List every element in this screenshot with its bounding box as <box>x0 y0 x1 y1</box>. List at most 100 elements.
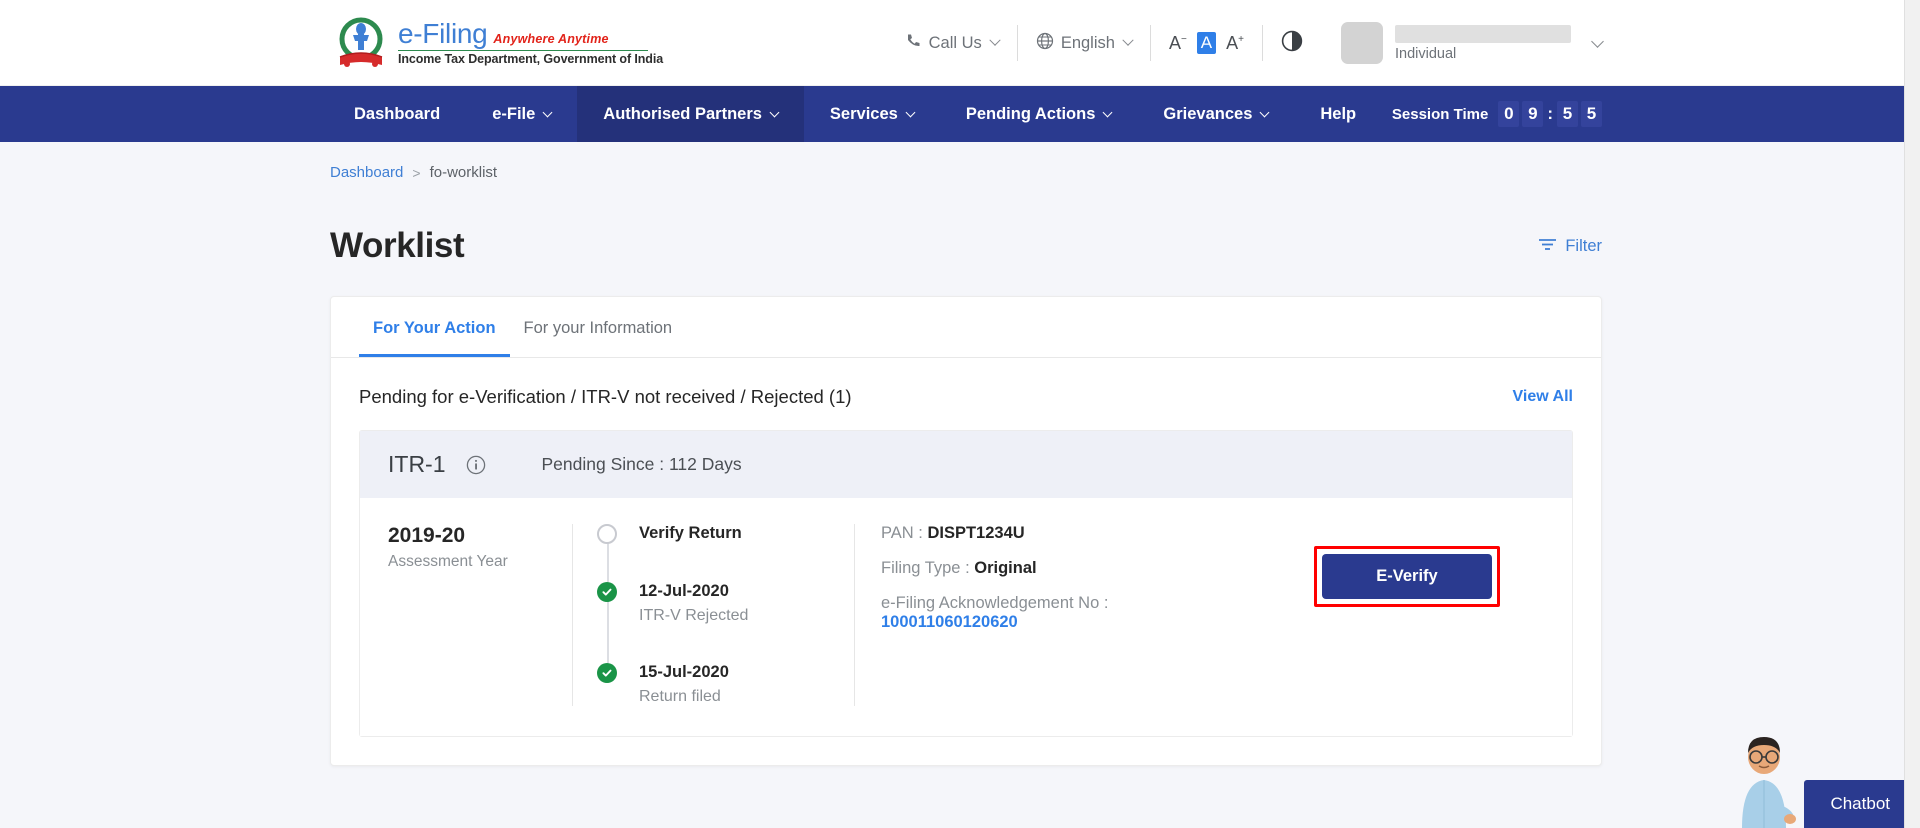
pan-row: PAN : DISPT1234U <box>881 524 1242 543</box>
nav-item-authorised-partners[interactable]: Authorised Partners <box>577 86 804 142</box>
worklist-tabs: For Your Action For your Information <box>331 297 1601 358</box>
call-us-label: Call Us <box>928 33 982 52</box>
timeline-marker-done <box>597 582 619 625</box>
timeline-marker-done <box>597 663 619 706</box>
info-icon[interactable] <box>466 455 486 475</box>
chevron-down-icon <box>1122 34 1134 46</box>
logo-department: Income Tax Department, Government of Ind… <box>398 52 664 66</box>
font-normal-button[interactable]: A <box>1196 32 1217 54</box>
view-all-link[interactable]: View All <box>1513 388 1573 406</box>
tab-for-your-action[interactable]: For Your Action <box>359 297 510 357</box>
breadcrumb-dashboard-link[interactable]: Dashboard <box>330 164 403 181</box>
session-digit: 5 <box>1581 101 1602 127</box>
timeline-title: 15-Jul-2020 <box>639 663 729 681</box>
site-logo[interactable]: e-Filing Anywhere Anytime Income Tax Dep… <box>334 15 663 71</box>
font-decrease-button[interactable]: A− <box>1169 33 1187 54</box>
chevron-down-icon <box>905 107 916 118</box>
logo-tagline: Anywhere Anytime <box>493 31 609 46</box>
user-role: Individual <box>1395 45 1457 62</box>
font-increase-button[interactable]: A+ <box>1226 33 1244 54</box>
section-header: Pending for e-Verification / ITR-V not r… <box>331 358 1601 430</box>
breadcrumb-separator: > <box>412 164 421 181</box>
filing-type-label: Filing Type : <box>881 559 970 577</box>
india-national-emblem-icon <box>334 15 388 71</box>
chatbot-button[interactable]: Chatbot <box>1804 780 1920 828</box>
breadcrumb-current: fo-worklist <box>429 164 498 181</box>
chevron-down-icon <box>989 34 1001 46</box>
nav-items: Dashboard e-File Authorised Partners Ser… <box>328 86 1382 142</box>
check-circle-icon <box>597 582 617 602</box>
logo-brand: e-Filing <box>398 17 488 49</box>
assessment-year-column: 2019-20 Assessment Year <box>360 524 572 706</box>
avatar <box>1341 22 1383 64</box>
chevron-down-icon <box>542 107 553 118</box>
worklist-item: ITR-1 Pending Since : 112 Days 2019-20 A… <box>359 430 1573 737</box>
return-details-column: PAN : DISPT1234U Filing Type : Original … <box>854 524 1242 706</box>
pan-value: DISPT1234U <box>927 524 1025 542</box>
chevron-down-icon <box>1591 34 1604 48</box>
filter-icon <box>1538 236 1557 257</box>
nav-label: Authorised Partners <box>603 104 762 123</box>
logo-divider <box>398 49 648 51</box>
chatbot-widget[interactable]: Chatbot <box>1724 735 1920 828</box>
timeline-subtitle: Return filed <box>639 688 721 705</box>
session-label: Session Time <box>1391 105 1489 123</box>
tab-for-your-information[interactable]: For your Information <box>510 297 687 357</box>
section-title: Pending for e-Verification / ITR-V not r… <box>359 386 852 407</box>
timeline-title: Verify Return <box>639 524 742 542</box>
timeline-step-itrv-rejected: 12-Jul-2020 ITR-V Rejected <box>597 582 854 663</box>
session-digits: 0 9 : 5 5 <box>1498 101 1602 127</box>
circle-outline-icon <box>597 524 617 544</box>
assessment-year-value: 2019-20 <box>388 524 466 547</box>
user-profile-menu[interactable]: Individual <box>1321 22 1604 64</box>
nav-label: Help <box>1320 104 1357 123</box>
call-us-menu[interactable]: Call Us <box>887 32 1017 54</box>
acknowledgement-number-link[interactable]: 100011060120620 <box>881 613 1018 631</box>
page-scrollbar[interactable] <box>1904 0 1920 828</box>
globe-icon <box>1036 32 1054 55</box>
filter-label: Filter <box>1565 236 1602 255</box>
timeline-title: 12-Jul-2020 <box>639 582 729 600</box>
phone-icon <box>905 32 922 54</box>
pan-label: PAN : <box>881 524 923 542</box>
session-colon: : <box>1547 104 1553 123</box>
timeline-step-verify-return: Verify Return <box>597 524 854 582</box>
breadcrumb: Dashboard > fo-worklist <box>330 164 1920 181</box>
session-digit: 5 <box>1557 101 1578 127</box>
nav-item-pending-actions[interactable]: Pending Actions <box>940 86 1138 142</box>
user-name <box>1395 24 1571 43</box>
contrast-icon[interactable] <box>1263 30 1321 57</box>
chevron-down-icon <box>769 107 780 118</box>
check-circle-icon <box>597 663 617 683</box>
item-header: ITR-1 Pending Since : 112 Days <box>360 431 1572 498</box>
action-column: E-Verify <box>1242 524 1572 706</box>
nav-label: Services <box>829 104 898 123</box>
font-size-controls: A− A A+ <box>1151 32 1262 54</box>
item-body: 2019-20 Assessment Year Verify Return 12… <box>360 498 1572 736</box>
nav-label: Grievances <box>1163 104 1253 123</box>
language-label: English <box>1060 33 1115 52</box>
timeline-marker-pending <box>597 524 619 544</box>
worklist-page: e-Filing Anywhere Anytime Income Tax Dep… <box>0 0 1920 828</box>
page-title-row: Worklist Filter <box>0 226 1920 266</box>
nav-item-services[interactable]: Services <box>804 86 940 142</box>
nav-item-grievances[interactable]: Grievances <box>1137 86 1294 142</box>
nav-item-dashboard[interactable]: Dashboard <box>328 86 466 142</box>
site-header: e-Filing Anywhere Anytime Income Tax Dep… <box>0 0 1920 86</box>
filing-type-value: Original <box>974 559 1037 577</box>
nav-item-help[interactable]: Help <box>1294 86 1382 142</box>
e-verify-button[interactable]: E-Verify <box>1322 554 1492 599</box>
filing-type-row: Filing Type : Original <box>881 559 1242 578</box>
main-navigation: Dashboard e-File Authorised Partners Ser… <box>0 86 1920 142</box>
chevron-down-icon <box>1259 107 1270 118</box>
chevron-down-icon <box>1102 107 1113 118</box>
language-menu[interactable]: English <box>1018 32 1150 55</box>
timeline-step-return-filed: 15-Jul-2020 Return filed <box>597 663 854 706</box>
nav-item-efile[interactable]: e-File <box>466 86 577 142</box>
session-digit: 9 <box>1522 101 1544 127</box>
assessment-year-label: Assessment Year <box>388 553 508 570</box>
session-digit: 0 <box>1498 101 1520 127</box>
header-utilities: Call Us English A− A A+ Individual <box>887 0 1920 86</box>
acknowledgement-label: e-Filing Acknowledgement No : <box>881 594 1109 612</box>
filter-button[interactable]: Filter <box>1538 236 1602 257</box>
